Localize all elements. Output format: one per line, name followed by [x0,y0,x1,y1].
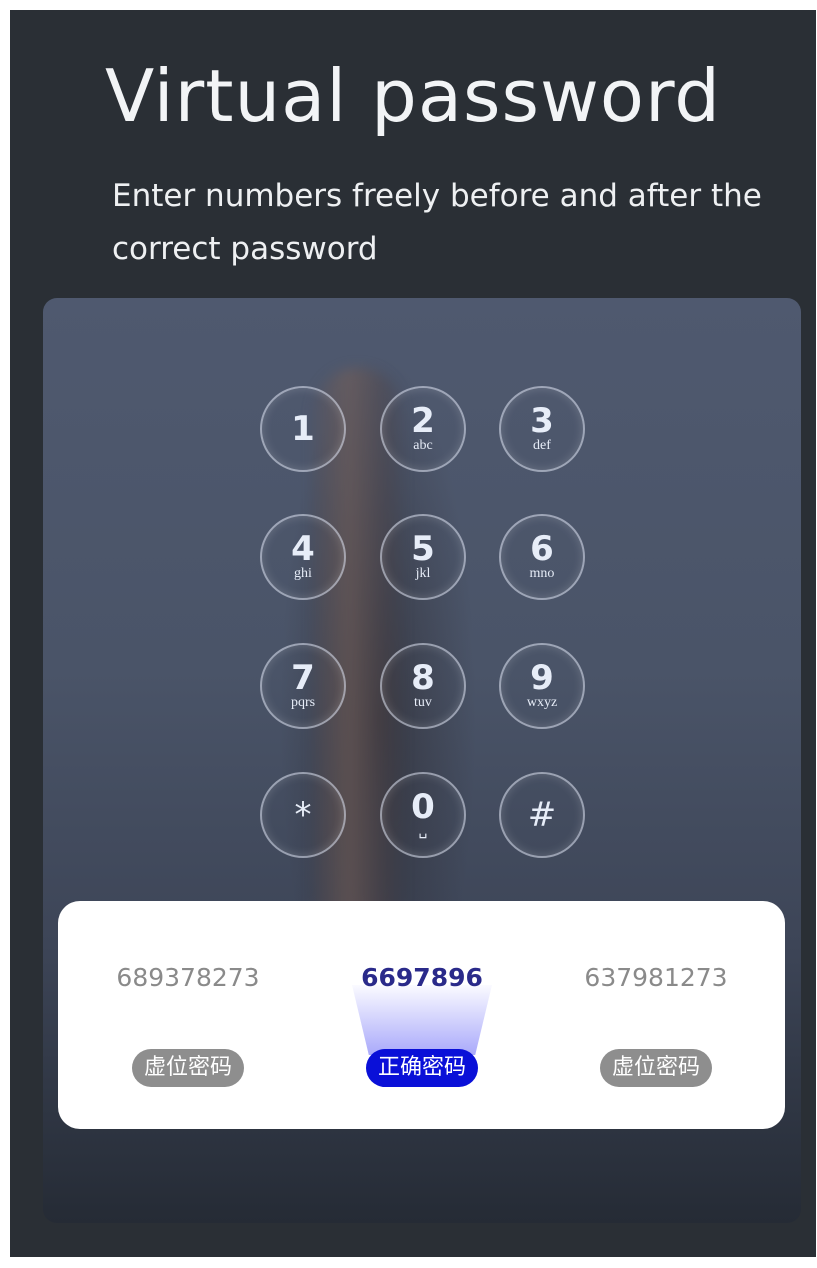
key-digit: 0 [411,786,435,827]
key-1[interactable]: 1 [260,386,346,472]
key-letters: ghi [294,565,312,581]
virtual-password-badge: 虚位密码 [131,1049,245,1087]
key-2[interactable]: 2 abc [380,386,466,472]
app-panel: Virtual password Enter numbers freely be… [10,10,816,1257]
highlight-beam [352,985,492,1055]
virtual-password-right: 637981273 虚位密码 [536,901,776,1129]
key-4[interactable]: 4 ghi [260,514,346,600]
key-letters: pqrs [290,694,316,710]
key-letters: mno [529,565,555,581]
key-7[interactable]: 7 pqrs [260,643,346,729]
key-digit: 5 [411,528,435,569]
key-hash[interactable]: # [499,772,585,858]
key-star[interactable]: * [260,772,346,858]
key-digit: 2 [411,400,435,441]
key-6[interactable]: 6 mno [499,514,585,600]
key-letters: def [533,437,551,453]
key-8[interactable]: 8 tuv [380,643,466,729]
virtual-code: 637981273 [584,963,728,992]
key-letters: ␣ [418,823,428,839]
page-title: Virtual password [105,54,721,138]
key-digit: # [527,794,557,835]
key-9[interactable]: 9 wxyz [499,643,585,729]
key-0[interactable]: 0 ␣ [380,772,466,858]
key-letters: wxyz [526,694,558,710]
key-digit: 3 [530,400,554,441]
key-digit: 7 [291,657,315,698]
virtual-code: 689378273 [116,963,260,992]
key-digit: 4 [291,528,315,569]
correct-code: 6697896 [361,963,483,992]
password-example-card: 689378273 虚位密码 6697896 正确密码 637981273 虚位… [58,901,785,1129]
key-digit: * [294,794,312,835]
key-letters: tuv [414,694,432,710]
page-subtitle: Enter numbers freely before and after th… [112,178,762,267]
virtual-password-left: 689378273 虚位密码 [68,901,308,1129]
correct-password-badge: 正确密码 [365,1049,479,1087]
key-5[interactable]: 5 jkl [380,514,466,600]
correct-password: 6697896 正确密码 [302,901,542,1129]
key-letters: jkl [415,565,431,581]
key-3[interactable]: 3 def [499,386,585,472]
key-digit: 6 [530,528,554,569]
key-digit: 9 [530,657,554,698]
key-digit: 8 [411,657,435,698]
key-letters: abc [413,437,433,453]
key-digit: 1 [291,408,315,449]
virtual-password-badge: 虚位密码 [599,1049,713,1087]
